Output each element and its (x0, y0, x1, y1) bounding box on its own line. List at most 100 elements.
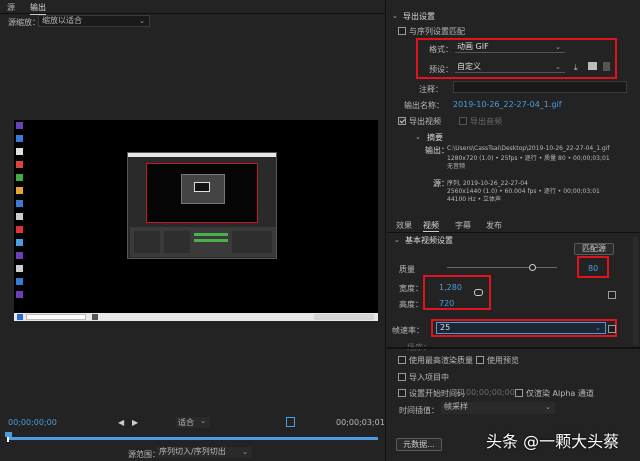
summary-toggle[interactable]: ⌄ (415, 133, 421, 141)
use-preview-label: 使用预览 (487, 356, 519, 365)
match-sequence-label: 与序列设置匹配 (409, 27, 465, 36)
chevron-down-icon: ⌄ (139, 17, 145, 25)
match-source-button[interactable]: 匹配源 (574, 243, 614, 255)
export-video-checkbox[interactable] (398, 117, 406, 125)
tab-divider (0, 13, 386, 14)
tab-video[interactable]: 视频 (423, 220, 439, 232)
nested-panels (130, 227, 276, 257)
desktop-icon[interactable] (16, 122, 23, 129)
time-start: 00;00;00;00 (8, 418, 57, 427)
size-highlight-box (423, 275, 491, 310)
export-settings-header: 导出设置 (403, 12, 435, 21)
set-timecode-label: 设置开始时间码 (409, 389, 465, 398)
quality-slider[interactable] (447, 264, 557, 272)
chevron-down-icon: ⌄ (242, 448, 248, 456)
fps-override-checkbox[interactable] (608, 325, 616, 333)
desktop-icon[interactable] (16, 213, 23, 220)
match-sequence-checkbox[interactable] (398, 27, 406, 35)
desktop-icon[interactable] (16, 148, 23, 155)
summary-output-line-2: 1280x720 (1.0) • 25fps • 逐行 • 质量 80 • 00… (447, 155, 610, 162)
video-settings-toggle[interactable]: ⌄ (394, 236, 400, 244)
summary-header: 摘要 (427, 133, 443, 142)
source-scaling-dropdown[interactable]: 缩放以适合 ⌄ (38, 15, 150, 27)
section-divider (387, 347, 640, 349)
preview-area (14, 120, 378, 321)
desktop-icon[interactable] (16, 239, 23, 246)
next-frame-icon[interactable]: ▶ (132, 418, 138, 427)
export-settings-toggle[interactable]: ⌄ (392, 12, 398, 20)
export-audio-label: 导出音频 (470, 117, 502, 126)
comment-field[interactable] (453, 81, 627, 93)
time-end: 00;00;03;01 (336, 418, 385, 427)
desktop-icon[interactable] (16, 265, 23, 272)
source-scaling-value: 缩放以适合 (42, 16, 82, 25)
desktop-icon[interactable] (16, 291, 23, 298)
interp-label: 时间插值： (399, 406, 439, 415)
max-quality-checkbox[interactable] (398, 356, 406, 364)
range-dropdown[interactable]: 序列切入/序列切出 ⌄ (156, 447, 252, 458)
desktop-icon[interactable] (16, 278, 23, 285)
desktop-icon[interactable] (16, 135, 23, 142)
fit-dropdown[interactable]: 适合 ⌄ (176, 417, 210, 428)
tab-effects[interactable]: 效果 (396, 220, 412, 232)
nested-titlebar (128, 153, 276, 157)
prev-frame-icon[interactable]: ◀ (118, 418, 124, 427)
right-panel: ⌄ 导出设置 与序列设置匹配 格式： 动画 GIF ⌄ 预设： 自定义 ⌄ ⤓ … (387, 0, 640, 461)
quality-slider-thumb[interactable] (529, 264, 537, 271)
summary-output-line-1: C:\Users\CassTsai\Desktop\2019-10-26_22-… (447, 145, 610, 152)
import-project-checkbox[interactable] (398, 373, 406, 381)
comment-label: 注释： (419, 85, 443, 94)
fit-value: 适合 (178, 418, 194, 427)
output-name-label: 输出名称： (404, 101, 444, 110)
fps-highlight-box (431, 319, 617, 337)
width-label: 宽度： (399, 284, 423, 293)
tab-publish[interactable]: 发布 (486, 220, 502, 232)
tab-captions[interactable]: 字幕 (455, 220, 471, 232)
desktop-icon[interactable] (16, 200, 23, 207)
desktop-icon-column (16, 122, 24, 312)
summary-output-line-3: 无音频 (447, 163, 466, 170)
render-alpha-checkbox[interactable] (515, 389, 523, 397)
output-name-link[interactable]: 2019-10-26_22-27-04_1.gif (453, 100, 562, 109)
height-label: 高度： (399, 300, 423, 309)
desktop-icon[interactable] (16, 226, 23, 233)
source-scaling-label: 源缩放： (8, 18, 40, 27)
fps-label: 帧速率： (392, 326, 424, 335)
watermark: 头条 @一颗大头蔡 (486, 432, 620, 451)
left-panel: 源 输出 源缩放： 缩放以适合 ⌄ 00;00;00;00 ◀ ▶ 适合 ⌄ 0… (0, 0, 386, 461)
desktop-icon[interactable] (16, 174, 23, 181)
max-quality-label: 使用最高渲染质量 (409, 356, 473, 365)
video-settings-header: 基本视频设置 (405, 236, 453, 245)
taskbar (14, 313, 378, 321)
desktop-icon[interactable] (16, 187, 23, 194)
chevron-down-icon: ⌄ (545, 403, 551, 411)
summary-output-label: 输出： (425, 146, 449, 155)
nested-canvas (146, 163, 258, 223)
set-timecode-checkbox[interactable] (398, 389, 406, 397)
quality-label: 质量 (399, 265, 415, 274)
range-value: 序列切入/序列切出 (159, 447, 226, 456)
export-audio-checkbox[interactable] (459, 117, 467, 125)
metadata-button[interactable]: 元数据... (396, 438, 442, 451)
size-override-checkbox[interactable] (608, 291, 616, 299)
aspect-icon[interactable] (286, 417, 295, 427)
scrollbar[interactable] (633, 237, 638, 345)
desktop-icon[interactable] (16, 252, 23, 259)
export-video-label: 导出视频 (409, 117, 441, 126)
summary-source-line-3: 44100 Hz • 立体声 (447, 196, 502, 203)
interp-value: 帧采样 (444, 402, 468, 411)
timecode-value[interactable]: 00;00;00;00 (466, 388, 515, 397)
render-alpha-label: 仅渲染 Alpha 通道 (526, 389, 594, 398)
left-tab-source[interactable]: 源 (7, 2, 15, 13)
format-highlight-box (416, 38, 617, 79)
timeline-track[interactable] (5, 432, 378, 442)
nested-screen (127, 152, 277, 259)
interp-dropdown[interactable]: 帧采样 ⌄ (441, 402, 555, 414)
in-point-marker[interactable] (7, 437, 9, 442)
import-project-label: 导入项目中 (409, 373, 449, 382)
desktop-icon[interactable] (16, 161, 23, 168)
use-preview-checkbox[interactable] (476, 356, 484, 364)
right-tab-bar: 效果 视频 字幕 发布 (387, 220, 640, 233)
quality-highlight-box (577, 256, 609, 278)
chevron-down-icon: ⌄ (200, 417, 206, 425)
